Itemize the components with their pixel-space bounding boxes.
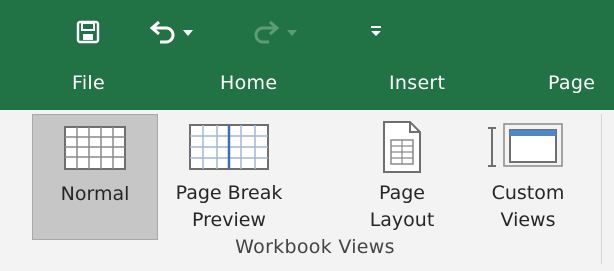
redo-icon [254, 20, 280, 44]
tab-insert[interactable]: Insert [389, 72, 445, 94]
chevron-down-icon [183, 30, 193, 36]
page-break-preview-button[interactable]: Page Break Preview [163, 114, 295, 240]
group-divider [601, 114, 602, 264]
page-break-preview-label: Page Break Preview [175, 182, 283, 231]
undo-button[interactable] [148, 19, 178, 45]
quick-access-toolbar [0, 0, 614, 62]
undo-dropdown-button[interactable] [183, 30, 193, 36]
workbook-views-group-label: Workbook Views [235, 236, 395, 258]
save-icon [76, 20, 100, 44]
customize-qat-button[interactable] [370, 25, 382, 37]
page-break-preview-icon [189, 124, 269, 170]
custom-views-icon [488, 123, 563, 167]
title-bar: File Home Insert Page [0, 0, 614, 110]
tab-file[interactable]: File [72, 72, 105, 94]
customize-qat-icon [371, 26, 381, 36]
normal-view-icon [64, 126, 126, 170]
tab-page-layout[interactable]: Page [548, 72, 595, 94]
page-layout-icon [383, 121, 421, 173]
redo-button[interactable] [251, 19, 281, 45]
redo-dropdown-button[interactable] [287, 30, 297, 36]
undo-icon [149, 20, 175, 44]
custom-views-label: Custom Views [491, 182, 565, 231]
page-layout-button[interactable]: Page Layout [348, 114, 456, 240]
normal-view-label: Normal [60, 183, 130, 205]
save-button[interactable] [76, 20, 100, 44]
ribbon-tabs: File Home Insert Page [0, 62, 614, 110]
tab-home[interactable]: Home [220, 72, 277, 94]
ribbon: Normal Page Break Preview Page Layout Cu… [0, 110, 614, 271]
normal-view-button[interactable]: Normal [32, 114, 158, 240]
custom-views-button[interactable]: Custom Views [464, 114, 592, 240]
page-layout-label: Page Layout [369, 182, 435, 231]
chevron-down-icon [287, 30, 297, 36]
